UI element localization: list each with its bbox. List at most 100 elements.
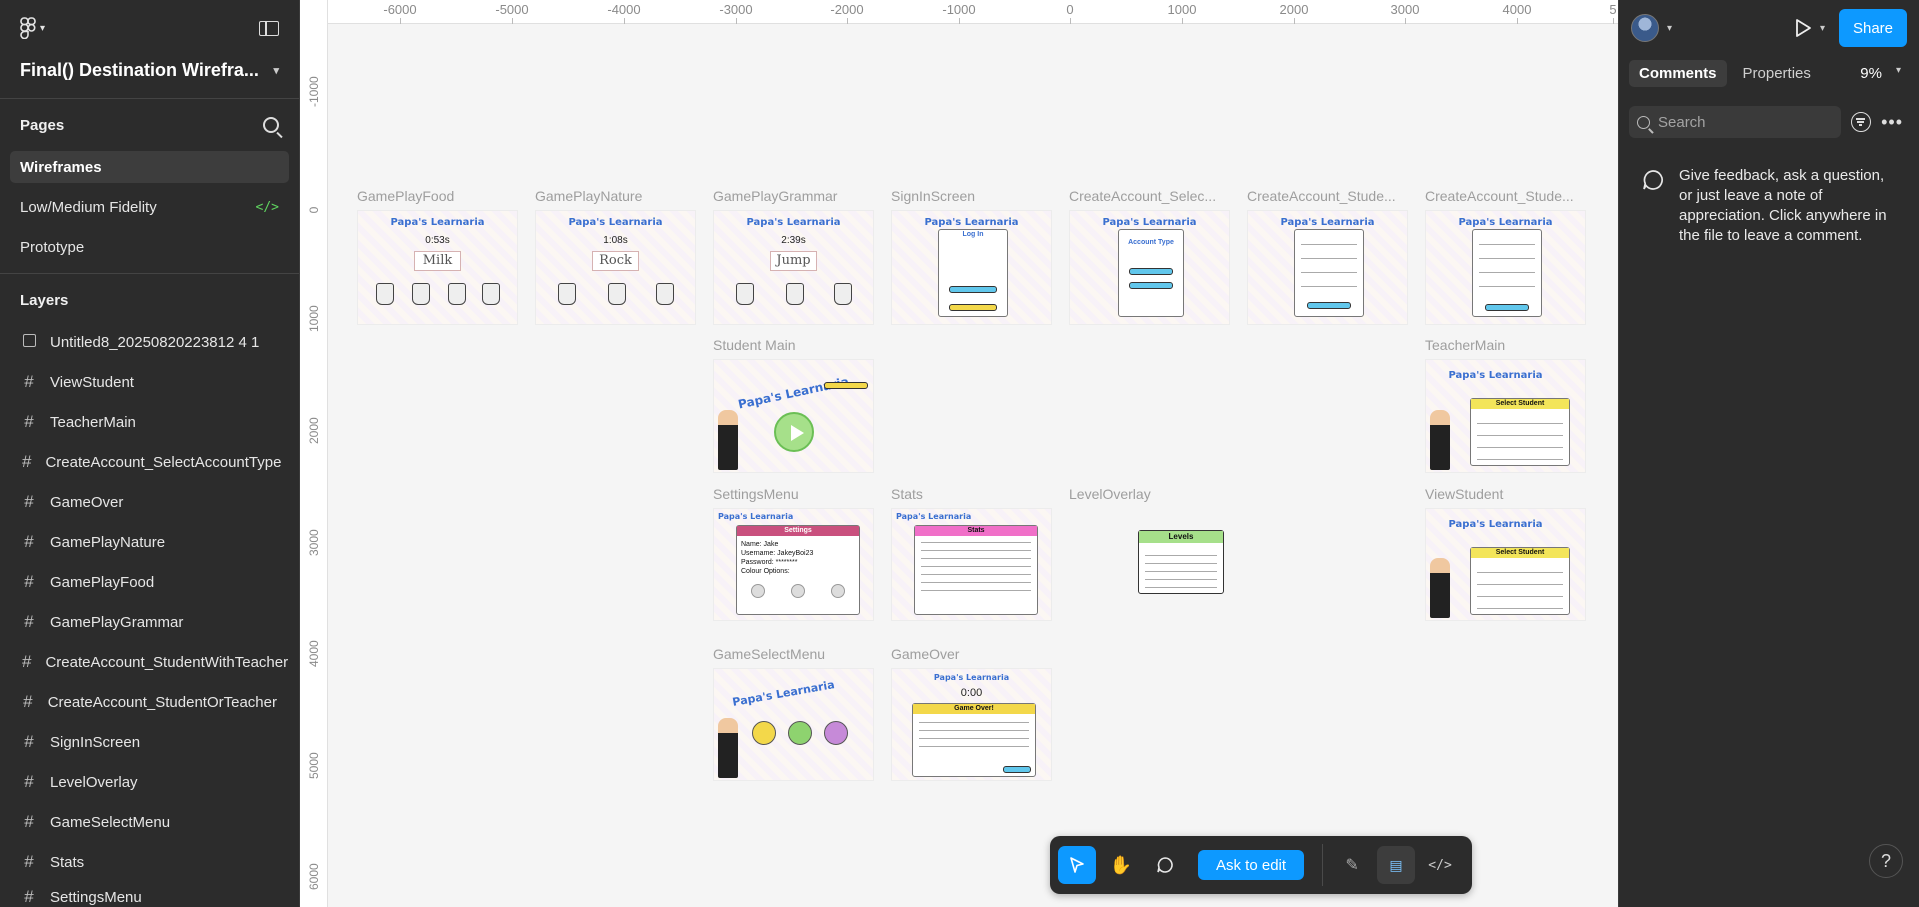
papa-character-image [718,410,738,470]
layer-item[interactable]: # TeacherMain [0,402,299,442]
frame-label[interactable]: GamePlayFood [357,188,454,204]
share-button[interactable]: Share [1838,9,1907,47]
frame-student-main[interactable]: Papa's Learnaria [713,359,874,473]
frame-teacher-main[interactable]: Papa's Learnaria Select Student [1425,359,1586,473]
canvas[interactable]: -6000 -5000 -4000 -3000 -2000 -1000 0 10… [300,0,1618,907]
zoom-control[interactable]: 9% ▾ [1860,65,1909,82]
login-panel: Log In [938,229,1008,317]
pen-icon: ✎ [1345,857,1359,874]
ask-to-edit-button[interactable]: Ask to edit [1198,850,1305,880]
layer-item[interactable]: # SettingsMenu [0,882,299,907]
ruler-tick: 5 [1609,2,1617,17]
dev-mode-icon: </> [255,199,279,215]
tab-properties[interactable]: Properties [1733,60,1821,87]
ruler-tick: 0 [307,206,321,214]
frame-gameplay-nature[interactable]: Papa's Learnaria 1:08s Rock [535,210,696,325]
frame-view-student[interactable]: Papa's Learnaria Select Student [1425,508,1586,621]
move-tool-button[interactable] [1058,846,1096,884]
frame-label[interactable]: GamePlayGrammar [713,188,837,204]
frame-label[interactable]: LevelOverlay [1069,486,1151,502]
frame-label[interactable]: Student Main [713,337,796,353]
frame-create-account-select[interactable]: Papa's Learnaria Account Type [1069,210,1230,325]
layer-label: GamePlayFood [50,573,155,591]
main-menu-button[interactable]: ▾ [20,17,45,39]
layer-item[interactable]: # LevelOverlay [0,762,299,802]
layer-item[interactable]: Untitled8_20250820223812 4 1 [0,322,299,362]
layer-item[interactable]: # GamePlayGrammar [0,602,299,642]
search-input[interactable] [1658,113,1818,131]
frame-game-over[interactable]: Papa's Learnaria 0:00 Game Over! [891,668,1052,781]
frame-gameplay-food[interactable]: Papa's Learnaria 0:53s Milk [357,210,518,325]
layer-item[interactable]: # GameSelectMenu [0,802,299,842]
comment-tool-button[interactable] [1146,846,1184,884]
page-item-wireframes[interactable]: Wireframes [10,151,289,183]
draw-tool-button[interactable]: ✎ [1333,846,1371,884]
search-icon[interactable] [263,117,283,139]
layers-heading: Layers [20,291,69,309]
frame-create-account-student-teacher[interactable]: Papa's Learnaria [1425,210,1586,325]
timer-text: 2:39s [781,235,806,246]
vertical-ruler: -1000 0 1000 2000 3000 4000 5000 6000 [300,0,328,907]
chevron-down-icon[interactable]: ▾ [1820,23,1825,34]
layer-item[interactable]: # ViewStudent [0,362,299,402]
page-label: Wireframes [20,158,102,176]
layer-item[interactable]: # SignInScreen [0,722,299,762]
layer-label: GamePlayGrammar [50,613,184,631]
dev-mode-button[interactable]: </> [1421,846,1459,884]
frame-create-account-student[interactable]: Papa's Learnaria [1247,210,1408,325]
layer-item[interactable]: # GamePlayFood [0,562,299,602]
frame-icon: # [24,772,34,791]
frame-label[interactable]: GamePlayNature [535,188,642,204]
frame-game-select-menu[interactable]: Papa's Learnaria [713,668,874,781]
panel-title: Levels [1139,531,1223,543]
present-play-icon[interactable] [1796,19,1811,37]
layers-list: Untitled8_20250820223812 4 1 # ViewStuden… [0,322,299,907]
frame-label[interactable]: SignInScreen [891,188,975,204]
frame-label[interactable]: GameOver [891,646,959,662]
settings-password: Password: ******** [741,559,798,566]
frame-stats[interactable]: Papa's Learnaria Stats [891,508,1052,621]
frame-label[interactable]: ViewStudent [1425,486,1503,502]
frame-title: Papa's Learnaria [568,217,663,228]
frame-level-overlay[interactable]: Levels [1138,530,1224,594]
layer-item[interactable]: # Stats [0,842,299,882]
frame-label[interactable]: CreateAccount_Stude... [1247,188,1396,204]
frame-label[interactable]: TeacherMain [1425,337,1505,353]
more-options-icon[interactable]: ••• [1881,112,1909,133]
avatar[interactable] [1631,14,1659,42]
frame-label[interactable]: Stats [891,486,923,502]
colour-option [751,584,765,598]
layer-item[interactable]: # CreateAccount_StudentOrTeacher [0,682,299,722]
jar-icon [656,283,674,305]
chevron-down-icon: ▾ [1895,64,1901,76]
sidebar-toggle-icon[interactable] [259,20,279,36]
file-name[interactable]: Final() Destination Wirefra... ▾ [0,56,299,84]
ruler-tick: 3000 [1390,2,1420,17]
filter-icon[interactable] [1851,112,1872,132]
ruler-tick: 4000 [307,640,321,667]
comments-search[interactable] [1629,106,1842,138]
frame-icon: # [24,812,34,831]
tab-comments[interactable]: Comments [1629,59,1727,87]
papa-character-image [1430,558,1450,618]
frame-label[interactable]: GameSelectMenu [713,646,825,662]
help-button[interactable]: ? [1869,844,1903,878]
frame-label[interactable]: SettingsMenu [713,486,799,502]
pages-heading: Pages [20,116,65,134]
frame-settings-menu[interactable]: Papa's Learnaria Settings Name: Jake Use… [713,508,874,621]
layer-item[interactable]: # GamePlayNature [0,522,299,562]
frame-signin[interactable]: Papa's Learnaria Log In [891,210,1052,325]
chevron-down-icon[interactable]: ▾ [1667,23,1672,34]
hand-tool-button[interactable]: ✋ [1102,846,1140,884]
layer-item[interactable]: # CreateAccount_SelectAccountType [0,442,299,482]
page-item-prototype[interactable]: Prototype [10,231,289,263]
jar-icon [736,283,754,305]
layer-item[interactable]: # GameOver [0,482,299,522]
frame-label[interactable]: CreateAccount_Selec... [1069,188,1216,204]
design-mode-button[interactable]: ▤ [1377,846,1416,884]
layer-item[interactable]: # CreateAccount_StudentWithTeacher [0,642,299,682]
layer-label: Untitled8_20250820223812 4 1 [50,333,260,351]
frame-label[interactable]: CreateAccount_Stude... [1425,188,1574,204]
page-item-low-medium-fidelity[interactable]: Low/Medium Fidelity </> [10,191,289,223]
frame-gameplay-grammar[interactable]: Papa's Learnaria 2:39s Jump [713,210,874,325]
